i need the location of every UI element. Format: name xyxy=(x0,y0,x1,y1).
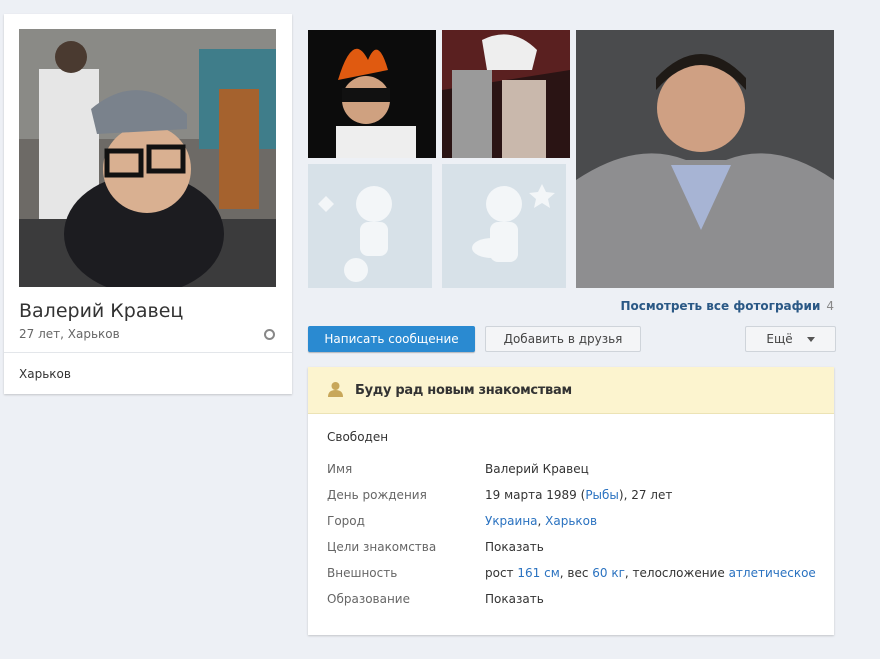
status-banner: Буду рад новым знакомствам xyxy=(308,367,834,414)
goals-label: Цели знакомства xyxy=(327,540,437,554)
city-label: Город xyxy=(327,514,365,528)
more-label: Ещё xyxy=(766,332,793,346)
photo-placeholder-2[interactable] xyxy=(442,164,566,288)
zodiac-link[interactable]: Рыбы xyxy=(585,488,619,502)
info-row-education: Образование Показать xyxy=(308,592,834,612)
info-row-birthday: День рождения 19 марта 1989 (Рыбы), 27 л… xyxy=(308,488,834,508)
add-friend-button[interactable]: Добавить в друзья xyxy=(485,326,641,352)
photo-thumb-2[interactable] xyxy=(442,30,570,158)
divider xyxy=(4,352,292,353)
more-dropdown-button[interactable]: Ещё xyxy=(745,326,836,352)
country-link[interactable]: Украина xyxy=(485,514,538,528)
appearance-label: Внешность xyxy=(327,566,398,580)
birthday-value: 19 марта 1989 (Рыбы), 27 лет xyxy=(485,488,672,502)
profile-name: Валерий Кравец xyxy=(19,300,184,322)
info-row-city: Город Украина, Харьков xyxy=(308,514,834,534)
appearance-value: рост 161 см, вес 60 кг, телосложение атл… xyxy=(485,566,816,580)
profile-photo[interactable] xyxy=(19,29,276,287)
send-message-button[interactable]: Написать сообщение xyxy=(308,326,475,352)
birthday-date: 19 марта 1989 xyxy=(485,488,577,502)
height-prefix: рост xyxy=(485,566,518,580)
weight-prefix: , вес xyxy=(559,566,593,580)
marital-status: Свободен xyxy=(327,430,389,444)
all-photos-link[interactable]: Посмотреть все фотографии 4 xyxy=(620,299,834,313)
education-show-link[interactable]: Показать xyxy=(485,592,544,606)
status-text: Буду рад новым знакомствам xyxy=(355,383,572,398)
education-label: Образование xyxy=(327,592,410,606)
city-value: Украина, Харьков xyxy=(485,514,597,528)
chevron-down-icon xyxy=(806,337,815,342)
info-row-appearance: Внешность рост 161 см, вес 60 кг, телосл… xyxy=(308,566,834,586)
user-icon xyxy=(327,381,344,398)
photos-count: 4 xyxy=(826,299,834,313)
name-label: Имя xyxy=(327,462,353,476)
city-link[interactable]: Харьков xyxy=(545,514,597,528)
name-value: Валерий Кравец xyxy=(485,462,589,476)
info-row-name: Имя Валерий Кравец xyxy=(308,462,834,482)
online-status-icon xyxy=(264,329,275,340)
info-row-goals: Цели знакомства Показать xyxy=(308,540,834,560)
info-card: Буду рад новым знакомствам Свободен Имя … xyxy=(308,367,834,635)
build-link[interactable]: атлетическое xyxy=(729,566,816,580)
build-prefix: , телосложение xyxy=(624,566,729,580)
profile-card: Валерий Кравец 27 лет, Харьков Харьков xyxy=(4,14,292,394)
photo-thumb-3[interactable] xyxy=(576,30,834,288)
profile-city: Харьков xyxy=(19,367,71,381)
photo-placeholder-1[interactable] xyxy=(308,164,432,288)
goals-show-link[interactable]: Показать xyxy=(485,540,544,554)
weight-link[interactable]: 60 кг xyxy=(592,566,625,580)
profile-age-city: 27 лет, Харьков xyxy=(19,327,120,341)
birthday-age: ), 27 лет xyxy=(618,488,673,502)
photo-thumb-1[interactable] xyxy=(308,30,436,158)
all-photos-label[interactable]: Посмотреть все фотографии xyxy=(620,299,820,313)
birthday-label: День рождения xyxy=(327,488,427,502)
height-link[interactable]: 161 см xyxy=(517,566,559,580)
